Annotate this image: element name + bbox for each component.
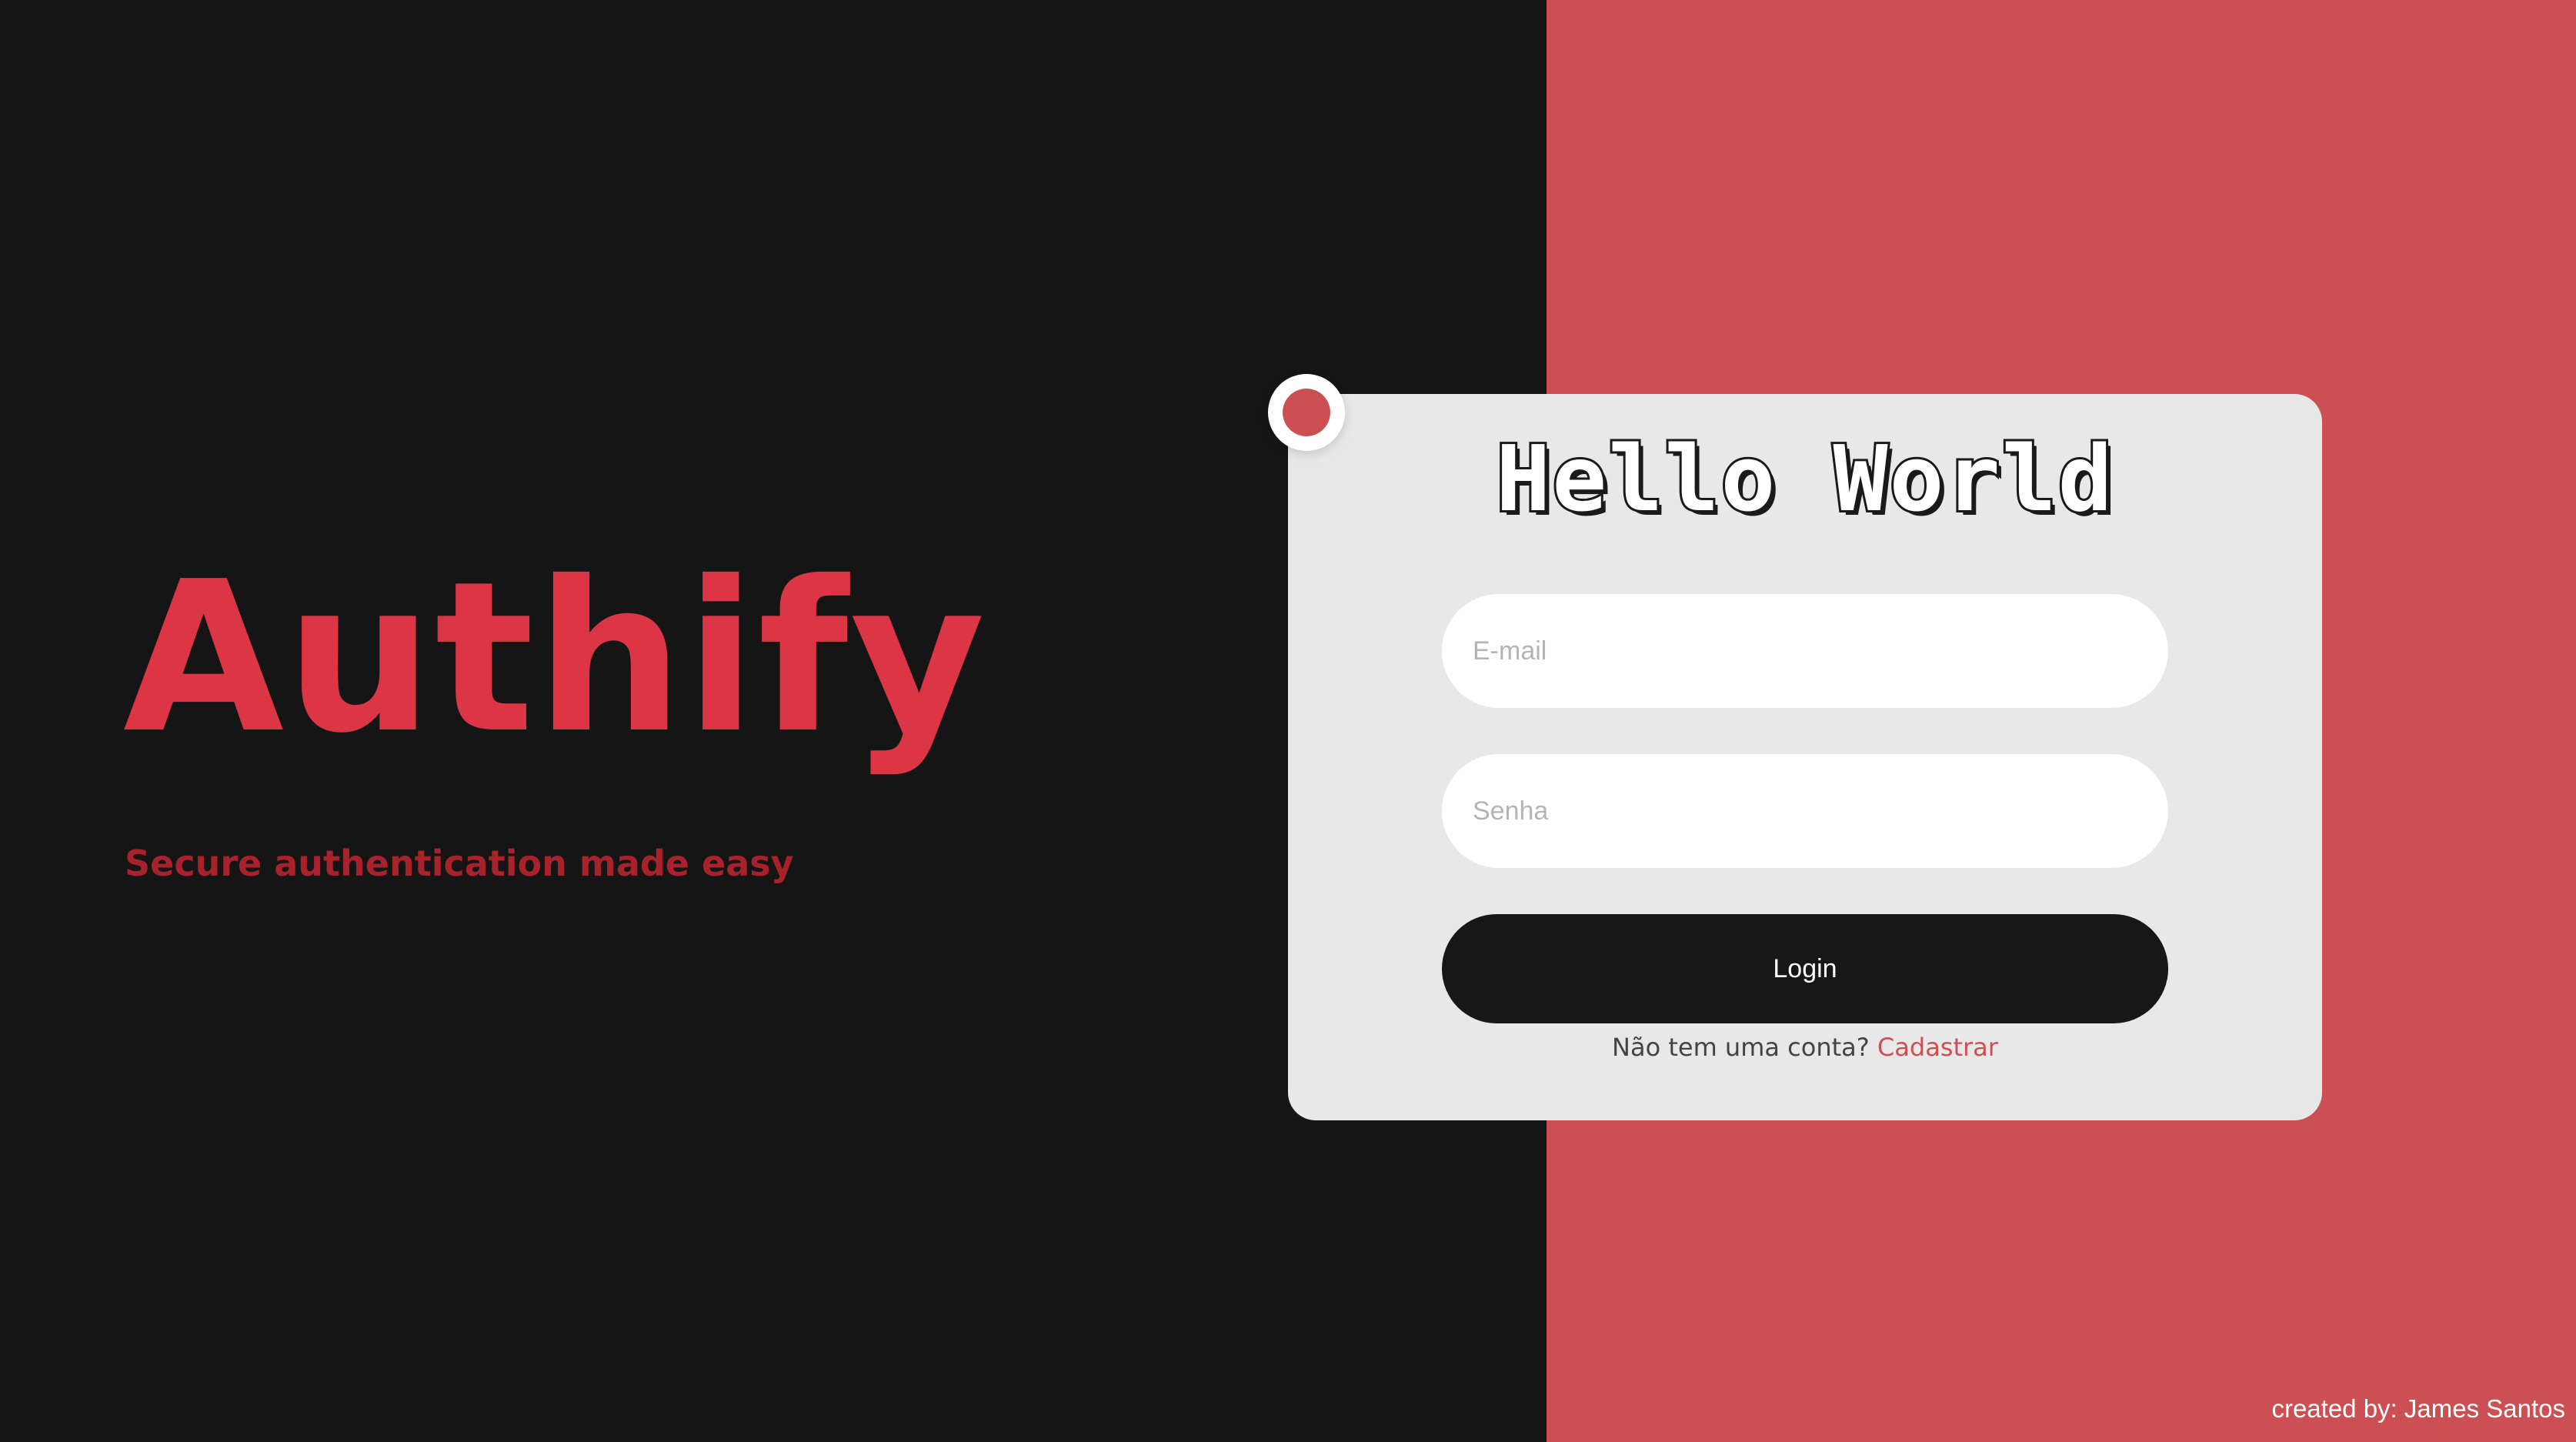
- login-card: Hello World Login Não tem uma conta? Cad…: [1288, 394, 2322, 1120]
- card-title: Hello World: [1493, 423, 2114, 534]
- credits-text: created by: James Santos: [2271, 1394, 2565, 1423]
- email-input[interactable]: [1442, 594, 2168, 708]
- signup-prompt-row: Não tem uma conta? Cadastrar: [1288, 1033, 2322, 1062]
- password-input[interactable]: [1442, 754, 2168, 868]
- signup-prompt-text: Não tem uma conta?: [1612, 1033, 1870, 1062]
- page: Authify Secure authentication made easy …: [0, 0, 2576, 1442]
- brand-tagline: Secure authentication made easy: [125, 843, 794, 884]
- login-button[interactable]: Login: [1442, 914, 2168, 1023]
- status-dot-icon: [1283, 389, 1330, 436]
- card-status-dot: [1268, 374, 1345, 451]
- signup-link[interactable]: Cadastrar: [1877, 1033, 1998, 1062]
- brand-title: Authify: [123, 536, 987, 779]
